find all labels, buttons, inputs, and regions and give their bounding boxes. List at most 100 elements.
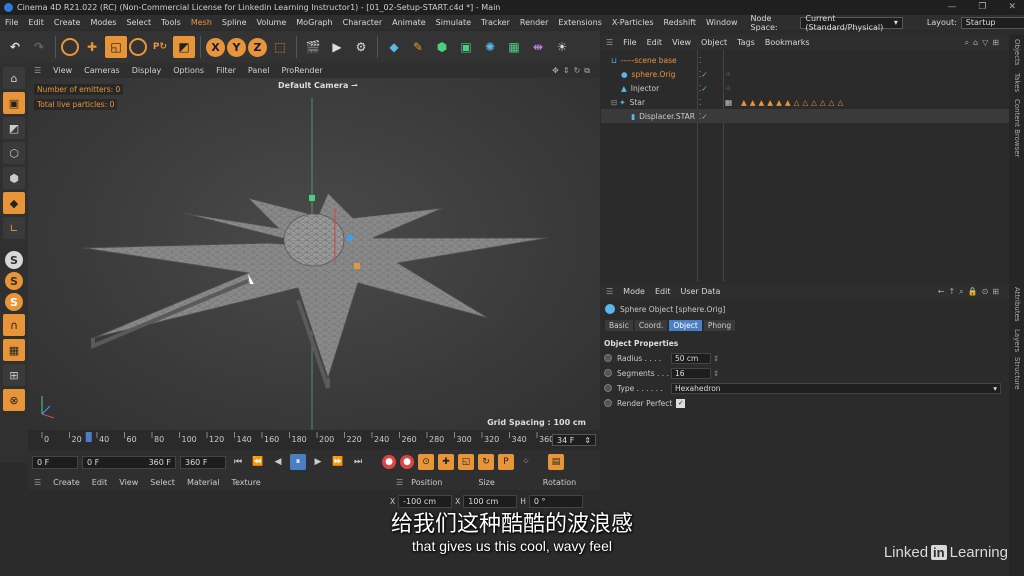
y-axis-lock-icon[interactable]: Y — [227, 37, 246, 57]
object-row-sphere-orig[interactable]: ● sphere.Orig ⁚✓ ⁘ — [601, 67, 1009, 81]
scale-key-icon[interactable]: ◱ — [458, 454, 474, 470]
om-search-icons[interactable]: ⌕⌂▽⊞ — [965, 38, 1003, 48]
animate-dot-icon[interactable] — [604, 399, 612, 407]
tab-basic[interactable]: Basic — [605, 320, 633, 331]
next-frame-icon[interactable]: ▶ — [310, 454, 326, 470]
go-to-end-icon[interactable]: ⏭ — [350, 454, 366, 470]
viewport-menu-options[interactable]: Options — [167, 66, 210, 75]
cube-object-icon[interactable]: ◆ — [383, 36, 405, 58]
autokey-icon[interactable]: ● — [400, 455, 414, 469]
om-menu-tags[interactable]: Tags — [732, 38, 760, 47]
cloner-icon[interactable]: ▦ — [503, 36, 525, 58]
solo-icon[interactable]: ⊗ — [3, 389, 25, 411]
enabled-check-icon[interactable]: ⁚✓ — [699, 70, 708, 79]
timeline-ruler[interactable]: 0 20 40 60 80 100 120 140 160 180 200 220 240 260 280 3… — [28, 430, 600, 450]
menu-mesh[interactable]: Mesh — [186, 18, 217, 27]
menu-file[interactable]: File — [0, 18, 23, 27]
attribute-menu-icon[interactable]: ☰ — [601, 287, 618, 296]
render-view-icon[interactable]: 🎬 — [302, 36, 324, 58]
viewport-menu-view[interactable]: View — [47, 66, 78, 75]
lock-workplane-icon[interactable]: ⊞ — [3, 364, 25, 386]
material-menu-create[interactable]: Create — [47, 478, 86, 487]
viewport-menu-panel[interactable]: Panel — [242, 66, 276, 75]
restore-icon[interactable]: ❐ — [978, 2, 986, 12]
snap-icon[interactable]: S — [5, 251, 23, 269]
menu-redshift[interactable]: Redshift — [659, 18, 701, 27]
previous-frame-icon[interactable]: ◀ — [270, 454, 286, 470]
scale-tool-icon[interactable]: ◱ — [105, 36, 127, 58]
point-level-animation-icon[interactable]: ⁘ — [518, 454, 534, 470]
axis-mode-icon[interactable]: ∟ — [3, 217, 25, 239]
go-to-start-icon[interactable]: ⏮ — [230, 454, 246, 470]
frame-range-slider[interactable]: 0 F 360 F — [82, 455, 176, 469]
menu-extensions[interactable]: Extensions — [553, 18, 606, 27]
animate-dot-icon[interactable] — [604, 354, 612, 362]
coordinates-menu-icon[interactable]: ☰ — [396, 478, 403, 487]
viewport-menu-cameras[interactable]: Cameras — [78, 66, 126, 75]
texture-tag-icon[interactable]: ▦ — [725, 98, 732, 107]
menu-volume[interactable]: Volume — [252, 18, 292, 27]
menu-modes[interactable]: Modes — [85, 18, 121, 27]
current-frame-field[interactable]: 34 F ⇕ — [552, 434, 596, 446]
light-icon[interactable]: ☀ — [551, 36, 573, 58]
object-row-displacer-star[interactable]: ▮ Displacer.STAR ⁚✓ — [601, 109, 1009, 123]
previous-key-icon[interactable]: ⏪ — [250, 454, 266, 470]
object-row-star[interactable]: ⊟ ✦ Star ⁚ ▦ ▲▲▲▲▲▲△△△△△△ — [601, 95, 1009, 109]
tab-object[interactable]: Object — [669, 320, 702, 331]
x-axis-handle[interactable] — [354, 263, 360, 269]
viewport-menu-display[interactable]: Display — [126, 66, 168, 75]
scene-icon[interactable]: ⇹ — [527, 36, 549, 58]
render-picture-viewer-icon[interactable]: ▶ — [326, 36, 348, 58]
render-settings-icon[interactable]: ⚙ — [350, 36, 372, 58]
redo-icon[interactable]: ↷ — [28, 36, 50, 58]
workplane-snap-icon[interactable]: S — [5, 293, 23, 311]
menu-character[interactable]: Character — [338, 18, 388, 27]
type-dropdown[interactable]: Hexahedron ▾ — [671, 382, 1001, 394]
side-tab-attributes[interactable]: Attributes — [1013, 287, 1021, 322]
animate-dot-icon[interactable] — [604, 369, 612, 377]
tag-icon[interactable]: ⁘ — [725, 70, 731, 79]
texture-mode-icon[interactable]: ◩ — [3, 117, 25, 139]
tab-phong[interactable]: Phong — [703, 320, 736, 331]
tab-coord[interactable]: Coord. — [634, 320, 668, 331]
menu-edit[interactable]: Edit — [23, 18, 49, 27]
menu-tools[interactable]: Tools — [156, 18, 186, 27]
recent-tools-icon[interactable]: P↻ — [149, 36, 171, 58]
timeline-window-icon[interactable]: ▤ — [548, 454, 564, 470]
material-menu-edit[interactable]: Edit — [86, 478, 114, 487]
z-axis-lock-icon[interactable]: Z — [248, 37, 267, 57]
material-menu-icon[interactable]: ☰ — [28, 478, 47, 487]
om-menu-bookmarks[interactable]: Bookmarks — [760, 38, 815, 47]
tag-icon[interactable]: ⁘ — [725, 84, 731, 93]
position-key-icon[interactable]: ✚ — [438, 454, 454, 470]
menu-select[interactable]: Select — [121, 18, 156, 27]
object-manager-menu-icon[interactable]: ☰ — [601, 38, 618, 47]
stepper-icon[interactable]: ⇕ — [713, 354, 719, 363]
model-mode-icon[interactable]: ◩ — [173, 36, 195, 58]
om-menu-object[interactable]: Object — [696, 38, 732, 47]
subdivision-surface-icon[interactable]: ⬢ — [431, 36, 453, 58]
om-menu-file[interactable]: File — [618, 38, 641, 47]
x-axis-lock-icon[interactable]: X — [206, 37, 225, 57]
coordinate-system-icon[interactable]: ⬚ — [269, 36, 291, 58]
menu-tracker[interactable]: Tracker — [476, 18, 515, 27]
start-frame-field[interactable]: 0 F — [32, 455, 78, 469]
next-key-icon[interactable]: ⏩ — [330, 454, 346, 470]
layout-dropdown[interactable]: Startup▾ — [960, 16, 1024, 29]
deformer-icon[interactable]: ✺ — [479, 36, 501, 58]
polygons-mode-icon[interactable]: ◆ — [3, 192, 25, 214]
parameter-key-icon[interactable]: P — [498, 454, 514, 470]
render-perfect-checkbox[interactable]: ✓ — [676, 398, 686, 408]
keyframe-selection-icon[interactable]: ⊙ — [418, 454, 434, 470]
animate-dot-icon[interactable] — [604, 384, 612, 392]
close-icon[interactable]: ✕ — [1008, 2, 1016, 12]
attr-menu-mode[interactable]: Mode — [618, 287, 650, 296]
attr-menu-edit[interactable]: Edit — [650, 287, 676, 296]
extrude-icon[interactable]: ▣ — [455, 36, 477, 58]
record-keys-icon[interactable]: ● — [382, 455, 396, 469]
viewport-menu-prorender[interactable]: ProRender — [276, 66, 329, 75]
material-menu-select[interactable]: Select — [144, 478, 181, 487]
model-mode-icon[interactable]: ▣ — [3, 92, 25, 114]
menu-spline[interactable]: Spline — [217, 18, 252, 27]
menu-mograph[interactable]: MoGraph — [291, 18, 337, 27]
